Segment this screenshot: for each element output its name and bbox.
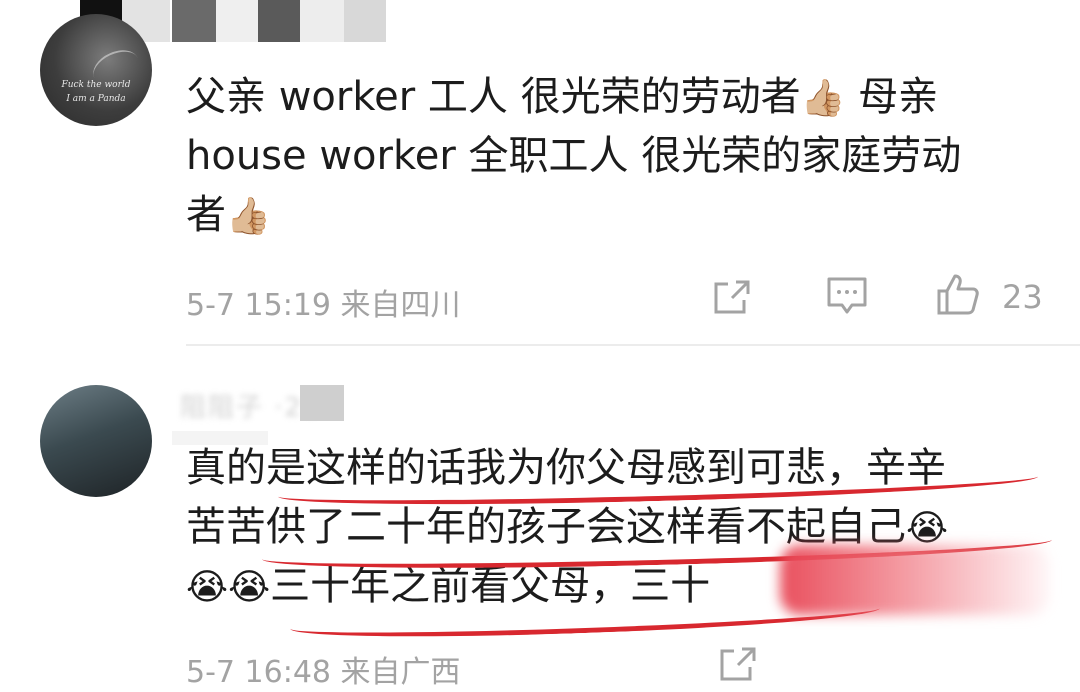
red-smear-annotation bbox=[780, 545, 1050, 615]
comment-item: 阻阻子 ·28 真的是这样的话我为你父母感到可悲，辛辛 苦苦供了二十年的孩子会这… bbox=[0, 345, 1080, 692]
username-mosaic bbox=[344, 0, 386, 42]
avatar-text: I am a Panda bbox=[66, 94, 126, 104]
share-icon[interactable] bbox=[718, 645, 758, 683]
crying-laughing-emoji: 😭😭 bbox=[186, 567, 271, 608]
comment-location: 来自广西 bbox=[340, 655, 461, 690]
thumbs-up-emoji: 👍🏼 bbox=[226, 196, 271, 237]
comment-item: Fuck the world I am a Panda 父亲 worker 工人… bbox=[0, 0, 1080, 345]
like-count: 23 bbox=[1002, 278, 1043, 316]
avatar[interactable] bbox=[40, 385, 152, 497]
username-mosaic bbox=[300, 385, 344, 421]
share-icon[interactable] bbox=[712, 278, 752, 316]
username-mosaic bbox=[258, 0, 300, 42]
username-mosaic bbox=[216, 0, 260, 42]
avatar[interactable]: Fuck the world I am a Panda bbox=[40, 14, 152, 126]
username-mosaic bbox=[300, 0, 344, 42]
comment-text-part: 父亲 worker 工人 很光荣的劳动者 bbox=[186, 74, 801, 120]
thumbs-up-emoji: 👍🏼 bbox=[800, 78, 846, 119]
comment-meta: 5-7 16:48 来自广西 bbox=[186, 647, 461, 691]
comment-meta: 5-7 15:19 来自四川 bbox=[186, 280, 461, 324]
comment-location: 来自四川 bbox=[340, 288, 461, 323]
like-icon[interactable] bbox=[936, 272, 980, 316]
comment-date: 5-7 15:19 bbox=[186, 288, 331, 323]
comment-date: 5-7 16:48 bbox=[186, 655, 331, 690]
username-mosaic bbox=[172, 0, 216, 42]
comment-icon[interactable] bbox=[826, 276, 868, 316]
comment-text: 父亲 worker 工人 很光荣的劳动者👍🏼 母亲 house worker 全… bbox=[186, 68, 1046, 245]
avatar-text: Fuck the world bbox=[61, 80, 131, 90]
